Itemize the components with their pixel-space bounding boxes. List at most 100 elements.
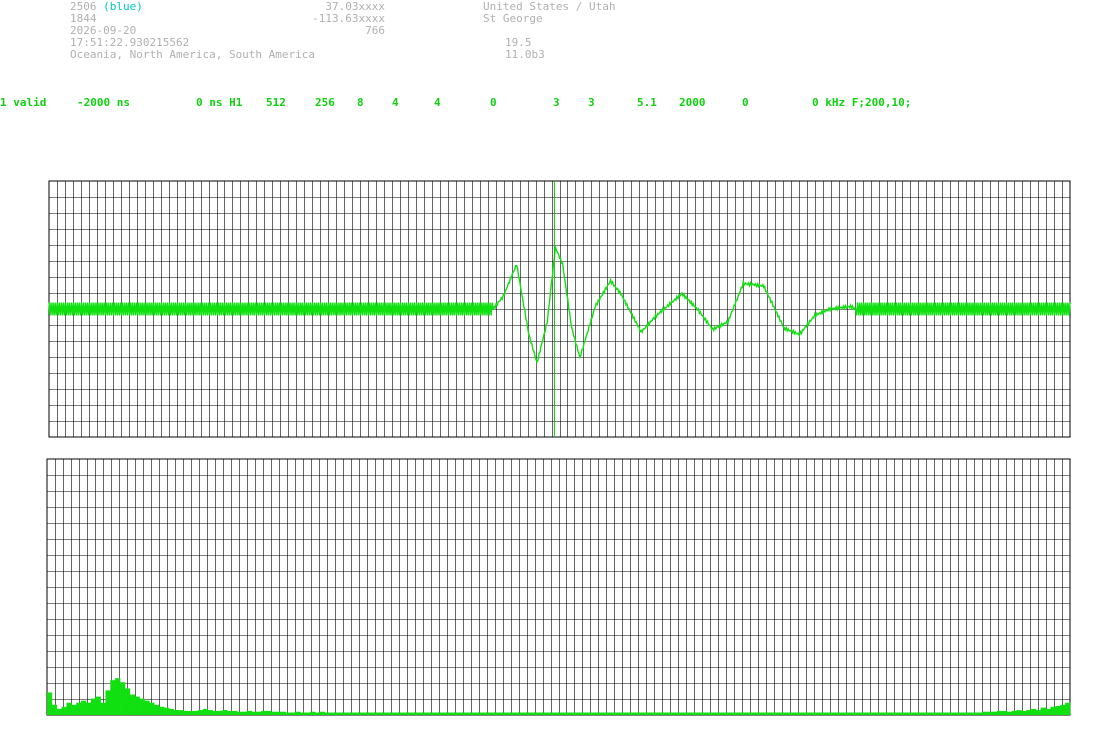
spectrum-bar — [412, 712, 418, 715]
spectrum-bar — [1011, 710, 1017, 715]
spectrum-bar — [918, 712, 925, 715]
spectrum-bar — [1035, 710, 1042, 715]
spectrum-bar — [168, 708, 174, 715]
spectrum-bar — [563, 712, 569, 715]
spectrum-bar — [363, 712, 369, 715]
spectrum-bar — [577, 712, 584, 715]
spectrum-bar — [660, 712, 666, 715]
spectrum-bar — [275, 711, 282, 715]
spectrum-bar — [767, 712, 774, 715]
spectrum-bar — [290, 712, 296, 715]
spectrum-bar — [884, 712, 891, 715]
spectrum-bar — [266, 710, 272, 715]
spectrum-bar — [441, 712, 447, 715]
spectrum-bar — [183, 710, 189, 715]
spectrum-bar — [534, 712, 540, 715]
spectrum-bar — [407, 712, 413, 715]
spectrum-bar — [714, 712, 720, 715]
spectrum-bar — [154, 704, 160, 715]
spectrum-bar — [378, 712, 384, 715]
spectrum-bar — [490, 712, 496, 715]
spectrum-bar — [480, 712, 486, 715]
spectrum-bar — [787, 712, 793, 715]
spectrum-bar — [899, 712, 905, 715]
spectrum-bar — [66, 702, 72, 715]
spectrum-bar — [402, 712, 408, 715]
spectrum-bar — [592, 712, 598, 715]
spectrum-bar — [651, 712, 657, 715]
spectrum-bar — [373, 712, 379, 715]
spectrum-bar — [582, 712, 589, 715]
spectrum-bar — [100, 702, 106, 715]
spectrum-bar — [685, 712, 691, 715]
spectrum-bar — [124, 688, 131, 715]
spectrum-bar — [178, 710, 184, 715]
spectrum-bar — [353, 712, 360, 715]
spectrum-bar — [222, 710, 228, 715]
spectrum-bar — [241, 711, 248, 715]
spectrum-bar — [475, 712, 481, 715]
spectrum-bar — [962, 712, 968, 715]
spectrum-bar — [392, 712, 399, 715]
spectrum-bar — [431, 712, 438, 715]
spectrum-bar — [339, 712, 345, 715]
spectrum-bar — [607, 712, 613, 715]
spectrum-bar — [914, 712, 920, 715]
spectrum-bar — [748, 712, 754, 715]
spectrum-bar — [271, 711, 277, 715]
spectrum-bar — [646, 712, 652, 715]
spectrum-bar — [831, 712, 837, 715]
spectrum-bar — [422, 712, 428, 715]
spectrum-chart — [46, 458, 1071, 716]
spectrum-bar — [753, 712, 759, 715]
spectrum-bar — [61, 706, 67, 715]
spectrum-bar — [295, 711, 301, 715]
spectrum-bar — [719, 712, 725, 715]
spectrum-bar — [743, 712, 749, 715]
spectrum-bar — [81, 700, 87, 715]
spectrum-bar — [763, 712, 769, 715]
spectrum-bar — [626, 712, 632, 715]
spectrum-bar — [236, 711, 243, 715]
spectrum-bar — [85, 702, 92, 715]
spectrum-bar — [806, 712, 813, 715]
spectrum-bar — [724, 712, 730, 715]
spectrum-bar — [694, 712, 701, 715]
spectrum-bar — [446, 712, 452, 715]
spectrum-bar — [826, 712, 832, 715]
spectrum-bar — [1016, 710, 1022, 715]
spectrum-bar — [149, 702, 155, 715]
spectrum-bar — [923, 712, 930, 715]
spectrum-bar — [163, 707, 170, 715]
spectrum-bar — [699, 712, 705, 715]
spectrum-bar — [56, 708, 62, 715]
spectrum-bar — [207, 710, 213, 715]
spectrum-grid-frame — [46, 458, 1071, 716]
spectrum-bar — [704, 712, 710, 715]
spectrum-bar — [71, 704, 77, 715]
spectrum-bar — [982, 711, 988, 715]
spectrum-bar — [198, 710, 204, 715]
spectrum-bar — [573, 712, 579, 715]
spectrum-bar — [641, 712, 647, 715]
spectrum-bar — [314, 712, 321, 715]
spectrum-bar — [202, 708, 209, 715]
spectrum-bar — [792, 712, 798, 715]
spectrum-bar — [358, 712, 364, 715]
spectrum-bar — [553, 712, 559, 715]
spectrum-bar — [90, 698, 97, 715]
spectrum-bar — [1055, 705, 1061, 715]
spectrum-bar — [539, 712, 545, 715]
spectrum-bar — [636, 712, 642, 715]
spectrum-bar — [777, 712, 783, 715]
spectrum-bar — [889, 712, 895, 715]
spectrum-bar — [543, 712, 550, 715]
spectrum-bar — [948, 712, 954, 715]
spectrum-bar — [587, 712, 593, 715]
spectrum-bar — [690, 712, 696, 715]
spectrum-bar — [173, 710, 179, 715]
spectrum-bar — [1021, 710, 1027, 715]
spectrum-bar — [139, 698, 145, 715]
spectrum-bar — [850, 712, 856, 715]
spectrum-bar — [305, 712, 311, 715]
